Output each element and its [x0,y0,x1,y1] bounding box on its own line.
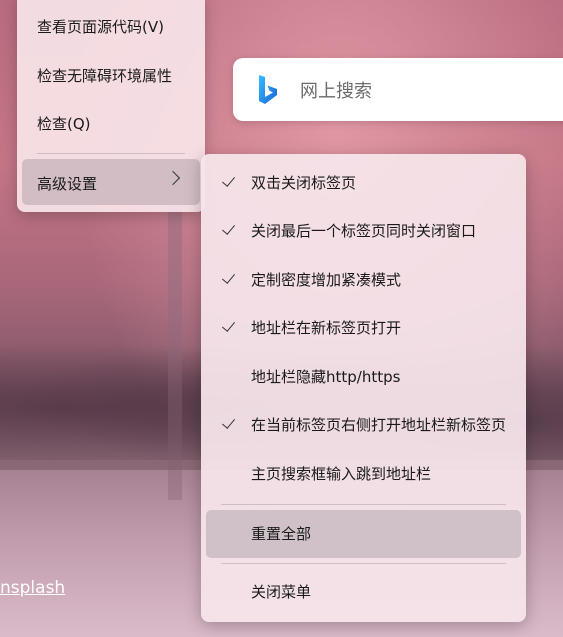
search-box[interactable]: 网上搜索 [233,58,563,121]
checkmark-icon [221,221,236,235]
submenu-item-close-window-last-tab[interactable]: 关闭最后一个标签页同时关闭窗口 [201,208,526,254]
checkmark-icon [221,173,236,187]
chevron-right-icon [165,170,181,186]
submenu-item-label: 在当前标签页右侧打开地址栏新标签页 [251,416,507,434]
menu-separator [37,153,185,154]
view-source-item[interactable]: 查看页面源代码(V) [37,16,164,37]
close-menu-item[interactable]: 关闭菜单 [201,569,526,615]
submenu-item-label: 地址栏隐藏http/https [251,368,401,386]
submenu-item-label: 地址栏在新标签页打开 [251,319,402,337]
submenu-item-label: 定制密度增加紧凑模式 [251,271,402,289]
submenu-item-label: 双击关闭标签页 [251,174,357,192]
submenu-item-label: 关闭最后一个标签页同时关闭窗口 [251,222,477,240]
reset-all-label: 重置全部 [251,525,312,543]
inspect-accessibility-item[interactable]: 检查无障碍环境属性 [37,65,172,86]
wallpaper-bridge-tower [168,200,182,500]
photo-credit-link[interactable]: nsplash [0,578,65,598]
submenu-separator [221,504,506,505]
submenu-item-hide-protocol[interactable]: 地址栏隐藏http/https [201,354,526,400]
advanced-settings-label: 高级设置 [37,175,98,193]
checkmark-icon [221,415,236,429]
inspect-item[interactable]: 检查(Q) [37,113,91,134]
advanced-settings-submenu: 双击关闭标签页 关闭最后一个标签页同时关闭窗口 定制密度增加紧凑模式 地址栏在新… [201,154,526,622]
checkmark-icon [221,318,236,332]
advanced-settings-item[interactable]: 高级设置 [22,159,200,205]
context-menu: 查看页面源代码(V) 检查无障碍环境属性 检查(Q) 高级设置 [17,0,205,212]
submenu-item-open-right[interactable]: 在当前标签页右侧打开地址栏新标签页 [201,402,526,448]
checkmark-icon [221,270,236,284]
submenu-item-address-new-tab[interactable]: 地址栏在新标签页打开 [201,305,526,351]
submenu-separator [221,563,506,564]
bing-logo-icon [259,75,277,104]
close-menu-label: 关闭菜单 [251,583,312,601]
submenu-item-search-to-address[interactable]: 主页搜索框输入跳到地址栏 [201,451,526,497]
submenu-item-double-click-close[interactable]: 双击关闭标签页 [201,160,526,206]
submenu-item-label: 主页搜索框输入跳到地址栏 [251,465,432,483]
search-placeholder: 网上搜索 [300,81,372,102]
submenu-item-compact-mode[interactable]: 定制密度增加紧凑模式 [201,257,526,303]
reset-all-item[interactable]: 重置全部 [206,510,521,558]
